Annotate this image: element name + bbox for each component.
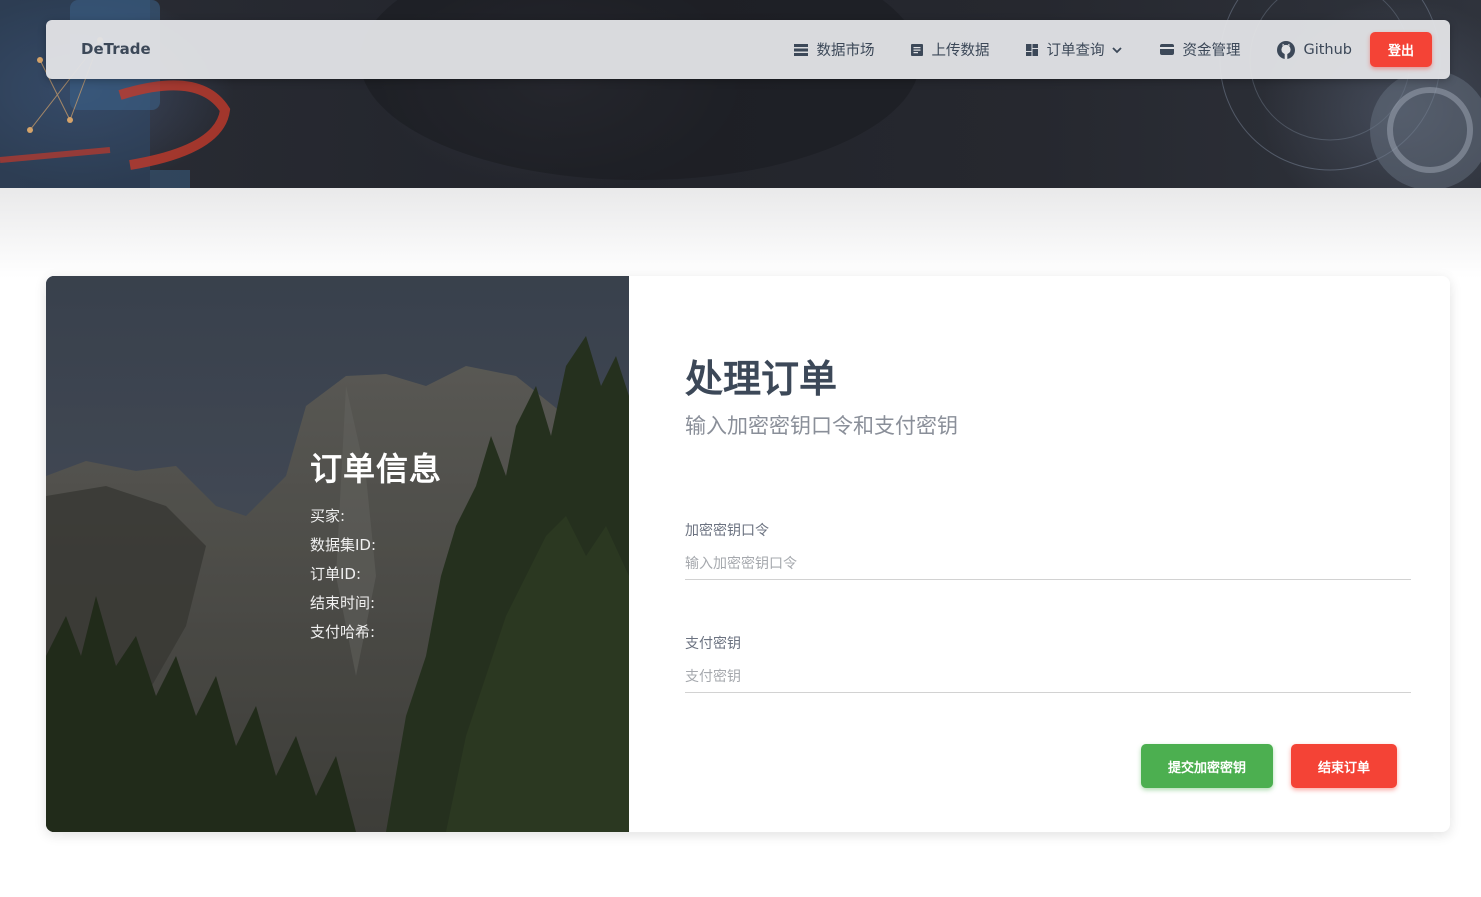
mountain-background-image: 订单信息 买家: 数据集ID: 订单ID: 结束时间: 支付哈希:: [46, 276, 629, 832]
form-title: 处理订单: [685, 357, 838, 401]
storage-icon: [794, 43, 809, 56]
encryption-key-input[interactable]: [685, 548, 1411, 580]
nav-item-label: 订单查询: [1046, 43, 1105, 59]
process-order-form: 处理订单 输入加密密钥口令和支付密钥 加密密钥口令 支付密钥 提交加密密钥 结束…: [685, 276, 1411, 832]
process-order-card: 订单信息 买家: 数据集ID: 订单ID: 结束时间: 支付哈希: 处理订单 输…: [46, 276, 1450, 832]
nav-item-label: 资金管理: [1182, 43, 1241, 59]
nav-item-label: 上传数据: [931, 43, 990, 59]
nav-menu: 数据市场 上传数据 订单查询 资金管理 Github 登出: [757, 20, 1432, 79]
credit-card-icon: [1160, 44, 1175, 55]
order-info-title: 订单信息: [310, 450, 443, 488]
top-navbar: DeTrade 数据市场 上传数据 订单查询 资金管理 Github 登出: [46, 20, 1450, 79]
payment-key-label: 支付密钥: [685, 636, 741, 652]
brand-logo[interactable]: DeTrade: [81, 20, 151, 79]
payment-hash-field: 支付哈希:: [310, 623, 376, 641]
document-icon: [911, 43, 924, 56]
encryption-key-label: 加密密钥口令: [685, 523, 769, 539]
chevron-down-icon: [1112, 46, 1123, 53]
nav-item-data-market[interactable]: 数据市场: [793, 39, 874, 60]
payment-key-input[interactable]: [685, 661, 1411, 693]
nav-item-fund-management[interactable]: 资金管理: [1159, 39, 1240, 60]
nav-item-order-query[interactable]: 订单查询: [1025, 39, 1123, 60]
end-time-field: 结束时间:: [310, 594, 376, 612]
nav-item-label: 数据市场: [816, 43, 875, 59]
end-order-button[interactable]: 结束订单: [1291, 744, 1397, 788]
logout-button[interactable]: 登出: [1370, 32, 1432, 67]
submit-encryption-key-button[interactable]: 提交加密密钥: [1141, 744, 1273, 788]
github-icon: [1277, 40, 1296, 59]
form-subtitle: 输入加密密钥口令和支付密钥: [685, 414, 958, 438]
nav-item-github[interactable]: Github: [1276, 40, 1352, 60]
nav-item-upload-data[interactable]: 上传数据: [910, 39, 989, 60]
nav-item-label: Github: [1303, 41, 1352, 58]
order-info-panel: 订单信息 买家: 数据集ID: 订单ID: 结束时间: 支付哈希:: [310, 444, 442, 647]
hero-fade: [0, 188, 1481, 278]
order-id-field: 订单ID:: [310, 565, 362, 583]
buyer-field: 买家:: [310, 507, 346, 525]
dataset-id-field: 数据集ID:: [310, 536, 377, 554]
dashboard-icon: [1026, 43, 1039, 56]
